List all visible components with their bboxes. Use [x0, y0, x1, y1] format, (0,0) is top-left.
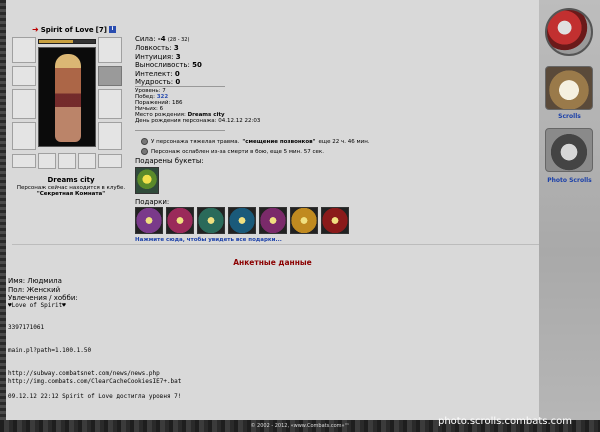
stats-block: Сила: -4 (28 - 32) Ловкость: 3 Интуиция:… [135, 35, 202, 86]
belt-slot[interactable] [12, 154, 36, 168]
anketa-hobby: ♥Love of Spirit♥ [8, 302, 66, 309]
watermark: photo.scrolls.combats.com [438, 416, 573, 427]
gifts-label: Подарки: [135, 198, 170, 206]
gift-item[interactable] [228, 207, 256, 234]
character-figure [55, 54, 81, 142]
bouquet-gift[interactable] [135, 167, 159, 194]
sidebar: Scrolls Photo Scrolls [539, 0, 600, 420]
hp-bar-fill [39, 40, 73, 43]
profile-page: ➜ Spirit of Love [7] i Dreams city Персо… [6, 0, 539, 420]
rune-slot[interactable] [98, 66, 122, 86]
effect-injury: У персонажа тяжелая травма. "смещение по… [141, 138, 370, 145]
character-image [38, 47, 96, 147]
gift-item[interactable] [197, 207, 225, 234]
weapon-slot[interactable] [12, 89, 36, 119]
ring-slot-1[interactable] [38, 153, 56, 169]
info-icon[interactable]: i [108, 26, 116, 33]
facts-block: Уровень: 7 Побед: 322 Поражений: 186 Нич… [135, 88, 260, 124]
anketa-name: Имя: Людмила [8, 277, 62, 285]
stat-agility: Ловкость: 3 [135, 44, 179, 53]
all-gifts-link[interactable]: Нажмите сюда, чтобы увидеть все подарки.… [135, 237, 282, 243]
arrow-icon: ➜ [32, 25, 39, 34]
anketa-hobby-label: Увлечения / хобби: [8, 294, 78, 302]
scrolls-link[interactable]: Scrolls [539, 113, 600, 120]
stat-intellect: Интелект: 0 [135, 69, 180, 78]
location-room: "Секретная Комната" [36, 191, 106, 197]
hp-bar [38, 39, 96, 44]
fact-birthday: День рождения персонажа: 04.12.12 22:03 [135, 118, 261, 124]
stats-divider [135, 86, 225, 87]
gift-item[interactable] [135, 207, 163, 234]
facts-divider [135, 130, 225, 131]
section-divider [12, 244, 539, 245]
injury-icon[interactable] [141, 138, 148, 145]
character-level: [7] [95, 25, 107, 34]
ring-slot-2[interactable] [58, 153, 76, 169]
scrolls-book-icon[interactable] [545, 66, 593, 110]
weakness-icon[interactable] [141, 148, 148, 155]
boots-slot[interactable] [98, 154, 122, 168]
gift-item[interactable] [321, 207, 349, 234]
photo-scrolls-link[interactable]: Photo Scrolls [539, 177, 600, 184]
gift-item[interactable] [259, 207, 287, 234]
armor-slot[interactable] [12, 122, 36, 150]
effect-weakness: Персонаж ослаблен из-за смерти в бою, ещ… [141, 148, 324, 155]
helmet-slot[interactable] [12, 37, 36, 63]
stat-endurance: Выносливость: 50 [135, 61, 202, 70]
stat-strength: Сила: -4 (28 - 32) [135, 35, 190, 43]
amulet-slot[interactable] [98, 37, 122, 63]
gift-item[interactable] [290, 207, 318, 234]
anketa-event: 09.12.12 22:12 Spirit of Love достигла у… [8, 393, 182, 400]
anketa-url-2: http://img.combats.com/ClearCacheCookies… [8, 378, 182, 385]
anketa-title: Анкетные данные [233, 258, 312, 267]
character-header: ➜ Spirit of Love [7] i [32, 25, 116, 34]
anketa-url-1: http://subway.combatsnet.com/news/news.p… [8, 370, 160, 377]
gloves-slot[interactable] [98, 122, 122, 150]
photo-camera-icon[interactable] [545, 128, 593, 172]
location-city: Dreams city [47, 176, 95, 184]
anketa-number: 3397171061 [8, 324, 45, 331]
bouquets-label: Подарены букеты: [135, 157, 204, 165]
fist-orb-icon[interactable] [545, 8, 593, 56]
ring-slot-3[interactable] [78, 153, 96, 169]
gift-item[interactable] [166, 207, 194, 234]
bracer-slot[interactable] [12, 66, 36, 86]
stat-intuition: Интуиция: 3 [135, 52, 181, 61]
character-name: Spirit of Love [40, 25, 94, 34]
anketa-gender: Пол: Женский [8, 286, 61, 294]
shield-slot[interactable] [98, 89, 122, 119]
anketa-path: main.pl?path=1.100.1.50 [8, 347, 92, 354]
